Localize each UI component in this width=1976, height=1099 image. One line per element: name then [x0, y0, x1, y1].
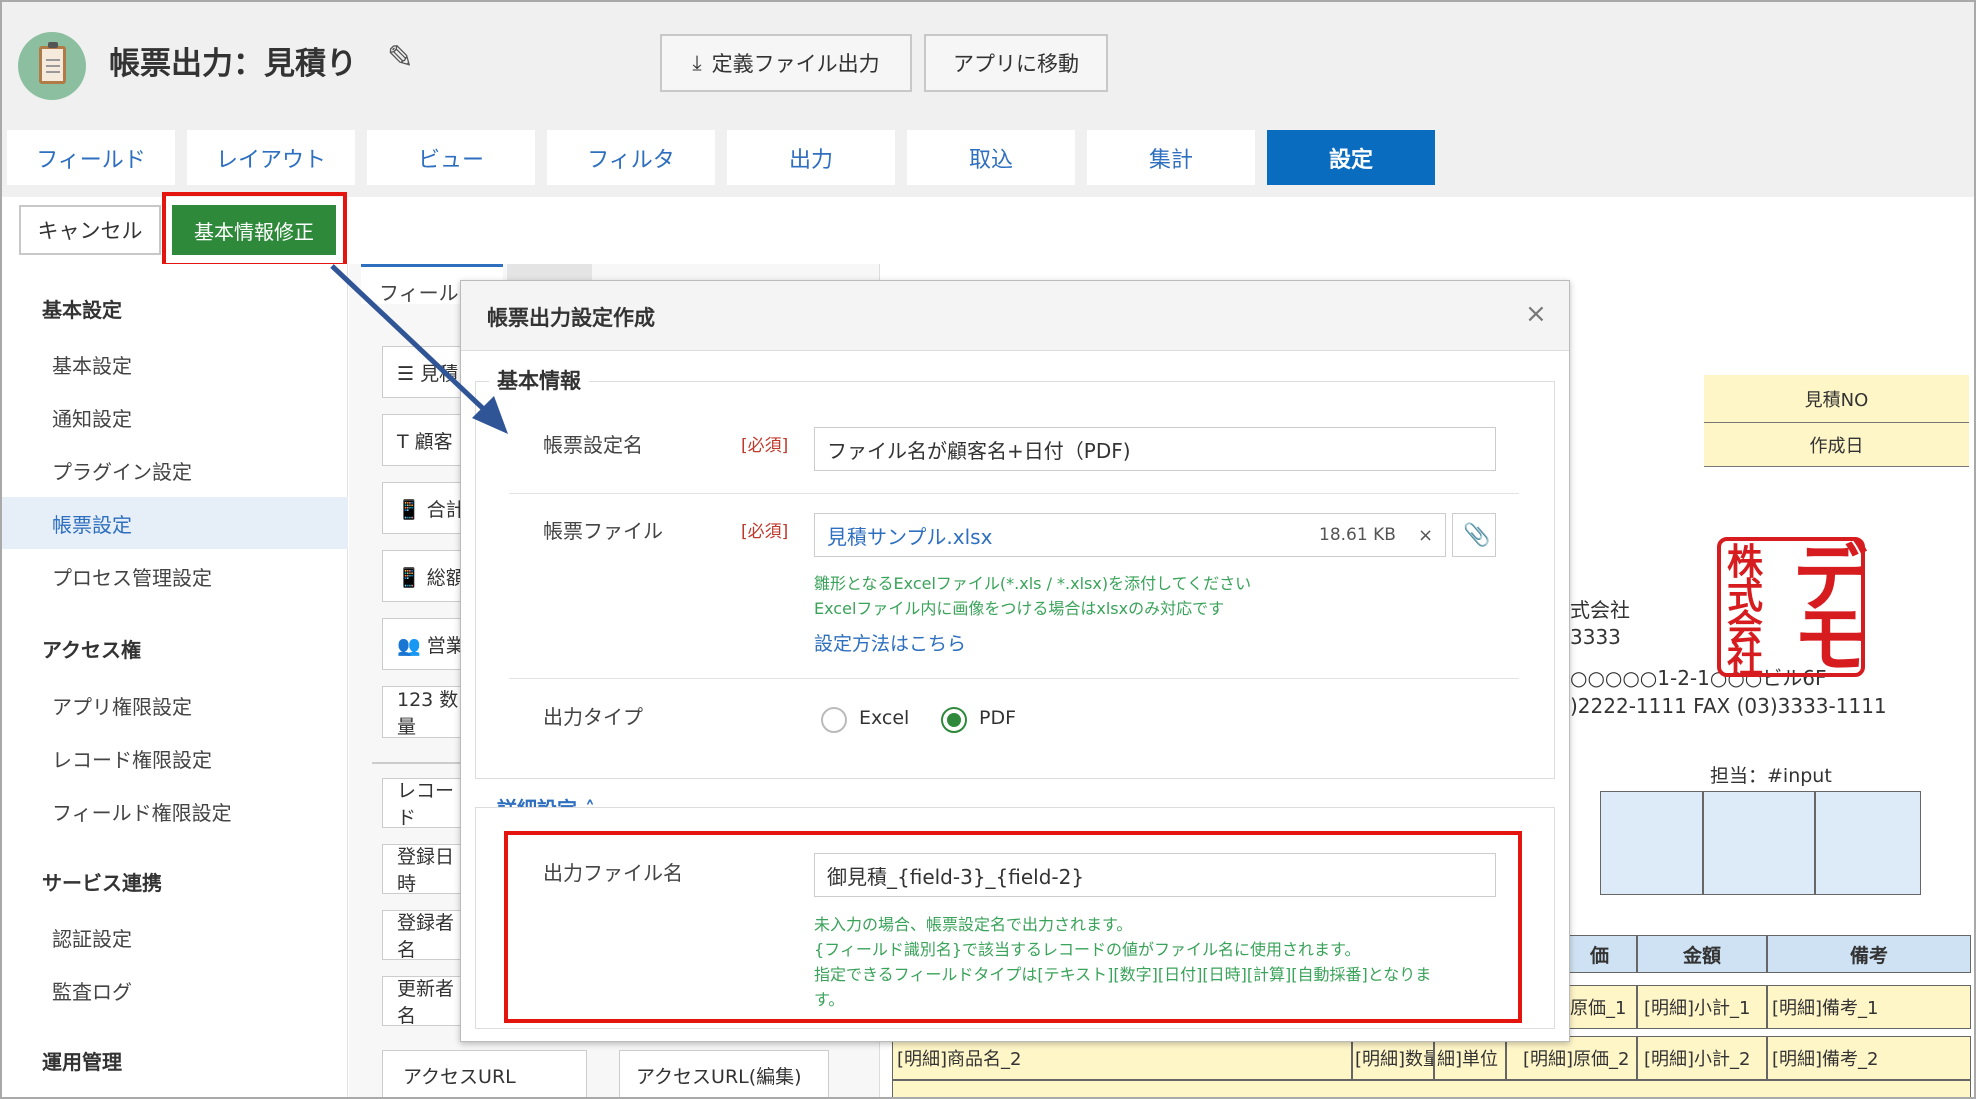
app-window: 帳票出力：見積り ✎ ⤓ 定義ファイル出力 アプリに移動 フィールド レイアウト …: [0, 0, 1976, 1099]
annotation-arrow: [330, 264, 508, 434]
